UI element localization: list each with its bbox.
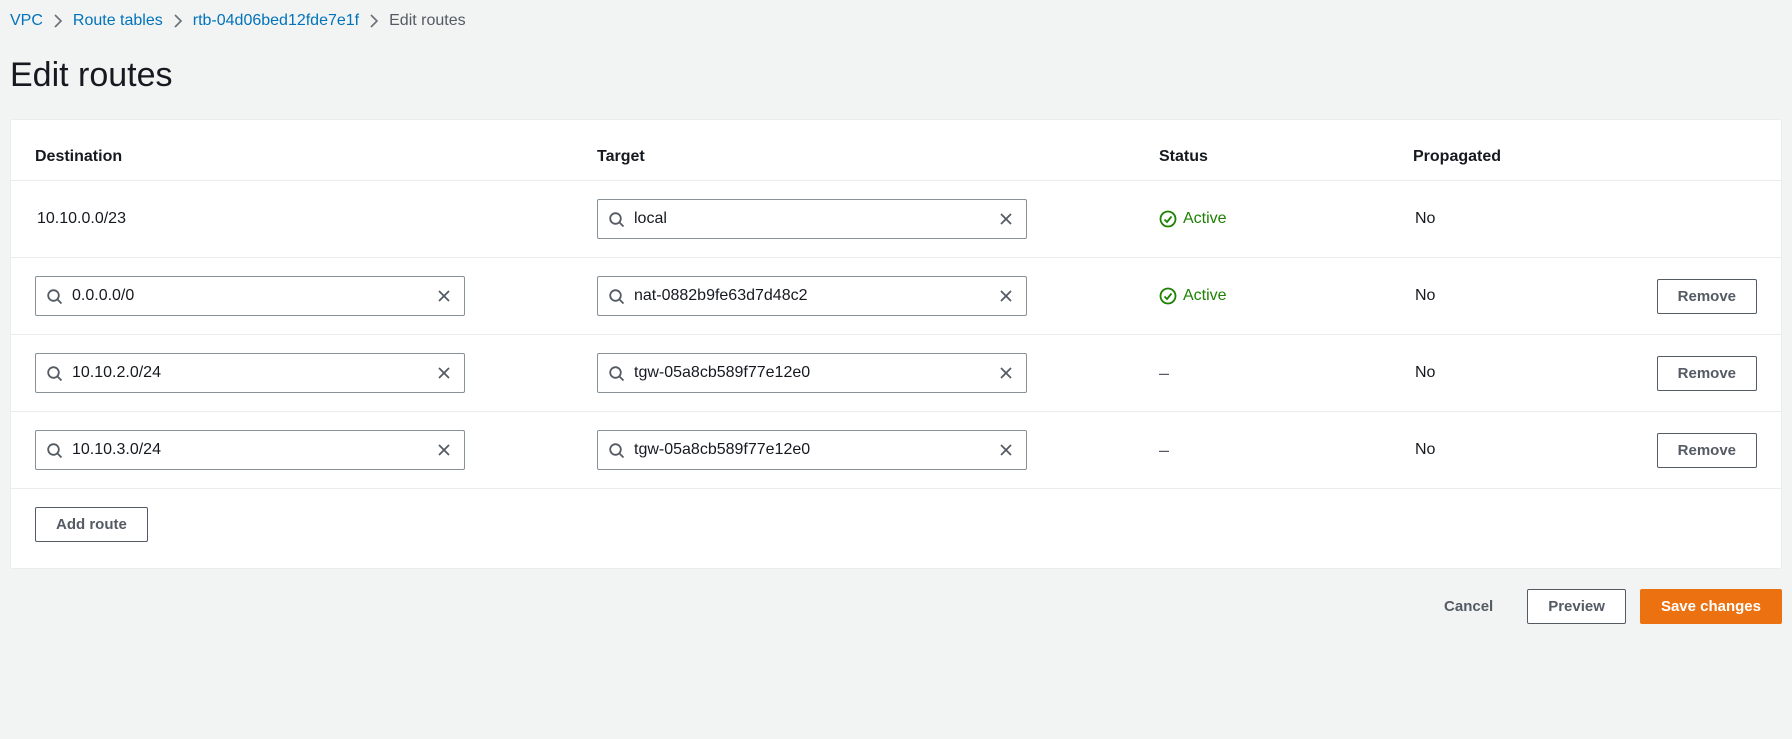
routes-table: Destination Target Status Propagated 10.… — [11, 120, 1781, 489]
add-route-button[interactable]: Add route — [35, 507, 148, 542]
page-title: Edit routes — [0, 38, 1792, 119]
search-icon — [598, 288, 634, 305]
destination-input-field[interactable] — [72, 354, 424, 392]
cancel-button[interactable]: Cancel — [1424, 590, 1513, 623]
col-propagated: Propagated — [1413, 148, 1573, 166]
chevron-right-icon — [173, 14, 183, 28]
destination-input[interactable] — [35, 353, 465, 393]
target-input[interactable] — [597, 276, 1027, 316]
search-icon — [598, 442, 634, 459]
chevron-right-icon — [53, 14, 63, 28]
check-circle-icon — [1159, 210, 1177, 228]
destination-text: 10.10.0.0/23 — [35, 210, 573, 228]
remove-route-button[interactable]: Remove — [1657, 356, 1757, 391]
chevron-right-icon — [369, 14, 379, 28]
preview-button[interactable]: Preview — [1527, 589, 1626, 624]
breadcrumb-vpc[interactable]: VPC — [10, 12, 43, 30]
breadcrumb-route-tables[interactable]: Route tables — [73, 12, 163, 30]
status-active: Active — [1159, 287, 1389, 305]
status-active: Active — [1159, 210, 1389, 228]
propagated-value: No — [1413, 210, 1573, 228]
table-header-row: Destination Target Status Propagated — [11, 120, 1781, 181]
breadcrumb-current: Edit routes — [389, 12, 465, 30]
col-target: Target — [597, 148, 1135, 166]
close-icon[interactable] — [424, 442, 464, 458]
target-input[interactable] — [597, 353, 1027, 393]
search-icon — [36, 288, 72, 305]
propagated-value: No — [1413, 287, 1573, 305]
remove-route-button[interactable]: Remove — [1657, 433, 1757, 468]
route-row: Active No Remove — [11, 258, 1781, 335]
route-row: – No Remove — [11, 412, 1781, 489]
save-changes-button[interactable]: Save changes — [1640, 589, 1782, 624]
search-icon — [36, 442, 72, 459]
col-destination: Destination — [35, 148, 573, 166]
status-none: – — [1159, 440, 1389, 461]
route-row: – No Remove — [11, 335, 1781, 412]
check-circle-icon — [1159, 287, 1177, 305]
destination-input[interactable] — [35, 276, 465, 316]
route-row: 10.10.0.0/23 Active No — [11, 181, 1781, 258]
destination-input[interactable] — [35, 430, 465, 470]
close-icon[interactable] — [986, 365, 1026, 381]
close-icon[interactable] — [986, 288, 1026, 304]
breadcrumb: VPC Route tables rtb-04d06bed12fde7e1f E… — [0, 0, 1792, 38]
propagated-value: No — [1413, 364, 1573, 382]
remove-route-button[interactable]: Remove — [1657, 279, 1757, 314]
search-icon — [36, 365, 72, 382]
target-input-field[interactable] — [634, 200, 986, 238]
destination-input-field[interactable] — [72, 277, 424, 315]
target-input[interactable] — [597, 199, 1027, 239]
propagated-value: No — [1413, 441, 1573, 459]
routes-panel: Destination Target Status Propagated 10.… — [10, 119, 1782, 569]
breadcrumb-rtb-id[interactable]: rtb-04d06bed12fde7e1f — [193, 12, 359, 30]
close-icon[interactable] — [986, 442, 1026, 458]
target-input-field[interactable] — [634, 354, 986, 392]
close-icon[interactable] — [424, 365, 464, 381]
destination-input-field[interactable] — [72, 431, 424, 469]
footer-actions: Cancel Preview Save changes — [0, 569, 1792, 628]
close-icon[interactable] — [424, 288, 464, 304]
search-icon — [598, 211, 634, 228]
search-icon — [598, 365, 634, 382]
status-none: – — [1159, 363, 1389, 384]
col-status: Status — [1159, 148, 1389, 166]
target-input[interactable] — [597, 430, 1027, 470]
close-icon[interactable] — [986, 211, 1026, 227]
target-input-field[interactable] — [634, 277, 986, 315]
target-input-field[interactable] — [634, 431, 986, 469]
